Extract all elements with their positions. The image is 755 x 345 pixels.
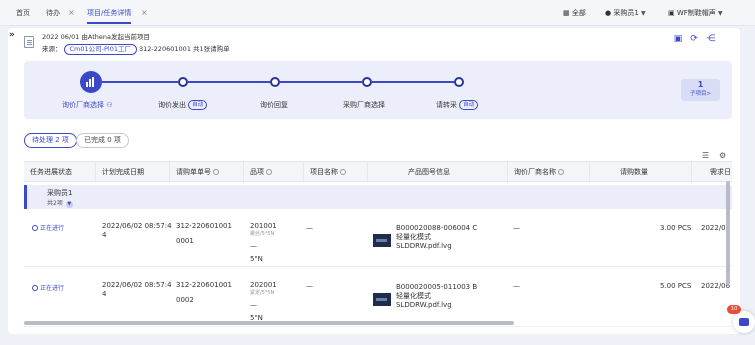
chat-icon — [739, 318, 749, 326]
col-product-drawing[interactable]: 产品图号信息 — [368, 162, 508, 183]
step-vendor-select-active[interactable] — [80, 71, 102, 93]
product-info[interactable]: B000020005-011003 B 轻量化模式 SLDDRW.pdf.lvg — [396, 283, 477, 310]
chevron-down-icon[interactable]: ▼ — [65, 201, 73, 208]
status-icon — [32, 285, 38, 291]
col-plan-date[interactable]: 计划完成日期 — [96, 162, 170, 183]
step-dot-inquiry-reply[interactable] — [270, 77, 280, 87]
col-vendor-name[interactable]: 询价厂商名称 — [508, 162, 590, 183]
chart-bars-icon — [86, 77, 96, 87]
project-title: 2022 06/01 由Athena发起当前项目 — [42, 33, 151, 41]
col-request-no[interactable]: 请购单单号 — [170, 162, 244, 183]
plan-date: 2022/06/02 08:57:4 4 — [102, 222, 172, 239]
col-need-date[interactable]: 需求日 — [692, 162, 732, 183]
request-qty: 5.00 PCS — [660, 282, 692, 290]
item-cell: 202001 紧定/5*5N —5"N — [250, 281, 277, 322]
filter-completed[interactable]: 已完成 0 项 — [76, 133, 129, 148]
step-connector — [188, 81, 270, 83]
step-dot-inquiry-send[interactable] — [178, 77, 188, 87]
filter-icon[interactable] — [558, 169, 564, 175]
step-label-inquiry-send: 询价发出 自动 — [158, 100, 208, 110]
step-label-vendor-select: 询价厂商选择 ⚇ — [62, 101, 113, 109]
vendor-name: — — [513, 282, 520, 290]
request-no: 312-220601001 0002 — [176, 281, 232, 304]
company-menu[interactable]: ▣ WF制鞋帽声 ▼ — [668, 0, 723, 26]
gear-icon[interactable]: ⚙ — [719, 151, 726, 160]
active-tab-underline — [87, 22, 132, 24]
document-icon — [24, 36, 34, 48]
group-row[interactable]: 采购员1 共2项 ▼ — [24, 185, 732, 209]
step-dot-purchase-vendor[interactable] — [362, 77, 372, 87]
source-detail: 312-220601001 共1张请购单 — [138, 45, 230, 53]
tab-todo[interactable]: 待办 — [46, 0, 60, 26]
close-icon[interactable]: × — [141, 0, 148, 26]
status-badge: 正在进行 — [32, 223, 64, 232]
tab-home[interactable]: 首页 — [16, 0, 30, 26]
close-icon[interactable]: × — [68, 0, 75, 26]
step-label-inquiry-reply: 询价回复 — [260, 101, 288, 109]
user-icon: ● — [605, 9, 612, 17]
expand-sidebar-icon[interactable]: » — [9, 30, 15, 40]
table-row[interactable]: 正在进行 2022/06/02 08:57:4 4 312-220601001 00… — [24, 271, 732, 327]
project-source: 来源： Cm01公司-Pl01工厂 312-220601001 共1张请购单 — [42, 43, 230, 55]
group-name: 采购员1 — [47, 189, 73, 197]
chat-button[interactable] — [733, 311, 755, 333]
task-table: 任务进展状态 计划完成日期 请购单单号 品项 项目名称 产品图号信息 询价厂商名… — [24, 161, 732, 329]
filter-pending[interactable]: 待处理 2 项 — [24, 133, 77, 148]
building-icon: ▣ — [668, 9, 675, 17]
chevron-down-icon: ▼ — [718, 10, 723, 17]
step-label-transfer: 请转采 自动 — [436, 100, 479, 110]
item-cell: 201001 螺丝/5*5N —5"N — [250, 222, 277, 263]
status-icon — [32, 225, 38, 231]
col-project-name[interactable]: 项目名称 — [304, 162, 368, 183]
scope-selector[interactable]: ▦ 全部 — [563, 0, 586, 26]
product-info[interactable]: B000020088-006004 C 轻量化模式 SLDDRW.pdf.lvg — [396, 224, 477, 251]
progress-steps — [24, 61, 732, 119]
table-header: 任务进展状态 计划完成日期 请购单单号 品项 项目名称 产品图号信息 询价厂商名… — [24, 161, 732, 183]
table-row[interactable]: 正在进行 2022/06/02 08:57:4 4 312-220601001 00… — [24, 211, 732, 267]
vertical-scrollbar[interactable] — [726, 181, 730, 285]
auto-badge: 自动 — [188, 100, 208, 110]
people-icon: ⚇ — [106, 101, 113, 109]
sync-icon[interactable]: ⟳ — [689, 34, 699, 44]
share-icon[interactable]: ⋲ — [706, 34, 716, 44]
group-count: 共2项 ▼ — [47, 200, 73, 208]
column-settings-icon[interactable]: ☰ — [702, 151, 709, 160]
tab-project-detail[interactable]: 项目/任务详情 — [87, 0, 132, 26]
chat-count-badge: 10 — [727, 305, 741, 314]
sub-items-label: 子项目> — [689, 91, 712, 97]
step-connector — [280, 81, 362, 83]
step-connector — [372, 81, 454, 83]
plan-date: 2022/06/02 08:57:4 4 — [102, 281, 172, 298]
status-badge: 正在进行 — [32, 283, 64, 292]
filter-icon[interactable] — [340, 169, 346, 175]
drawing-thumbnail[interactable] — [373, 234, 391, 247]
project-name: — — [306, 282, 313, 290]
request-qty: 3.00 PCS — [660, 224, 692, 232]
filter-icon[interactable] — [266, 169, 272, 175]
col-request-qty[interactable]: 请购数量 — [590, 162, 692, 183]
col-task-status[interactable]: 任务进展状态 — [24, 162, 96, 183]
source-tag[interactable]: Cm01公司-Pl01工厂 — [63, 44, 137, 55]
project-name: — — [306, 224, 313, 232]
sub-items-count: 1 — [697, 80, 704, 89]
top-tab-bar: 首页 待办 × 项目/任务详情 × ▦ 全部 ● 采购员1 ▼ ▣ WF制鞋帽声… — [0, 0, 755, 26]
grid-icon: ▦ — [563, 9, 570, 17]
user-menu[interactable]: ● 采购员1 ▼ — [605, 0, 646, 26]
horizontal-scrollbar[interactable] — [24, 321, 514, 325]
col-item[interactable]: 品项 — [244, 162, 304, 183]
drawing-thumbnail[interactable] — [373, 293, 391, 306]
chevron-down-icon: ▼ — [641, 10, 646, 17]
source-label: 来源： — [42, 45, 62, 53]
step-dot-transfer[interactable] — [454, 77, 464, 87]
auto-badge: 自动 — [459, 100, 479, 110]
filter-icon[interactable] — [213, 169, 219, 175]
step-label-purchase-vendor: 采购厂商选择 — [343, 101, 385, 109]
vendor-name: — — [513, 224, 520, 232]
sub-items-button[interactable]: 1 子项目> — [681, 79, 720, 101]
window-icon[interactable]: ▣ — [673, 34, 683, 44]
step-connector — [102, 81, 178, 83]
request-no: 312-220601001 0001 — [176, 222, 232, 245]
